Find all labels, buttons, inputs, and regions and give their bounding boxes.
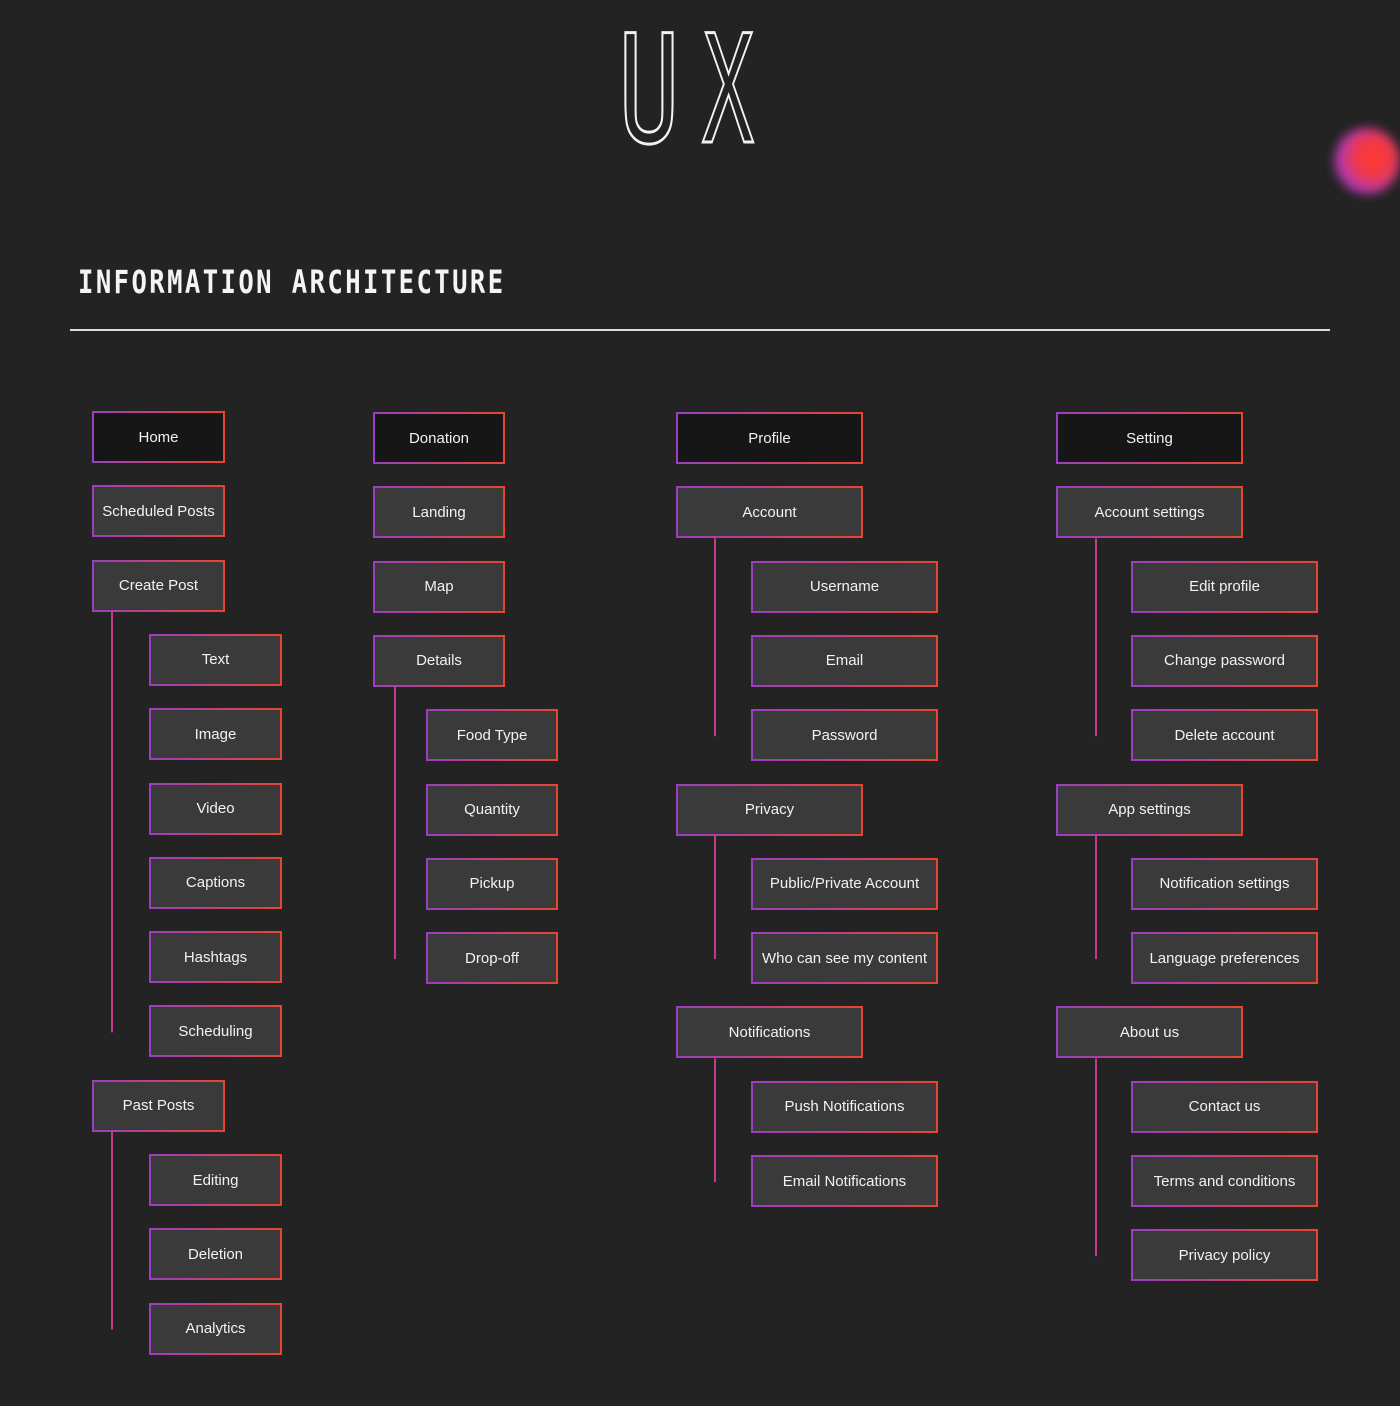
node-app-settings[interactable]: App settings xyxy=(1056,784,1243,836)
node-push-notifications[interactable]: Push Notifications xyxy=(751,1081,938,1133)
node-home[interactable]: Home xyxy=(92,411,225,463)
node-profile[interactable]: Profile xyxy=(676,412,863,464)
node-account[interactable]: Account xyxy=(676,486,863,538)
node-details[interactable]: Details xyxy=(373,635,505,687)
node-privacy-policy[interactable]: Privacy policy xyxy=(1131,1229,1318,1281)
node-change-password[interactable]: Change password xyxy=(1131,635,1318,687)
node-scheduled-posts[interactable]: Scheduled Posts xyxy=(92,485,225,537)
node-captions[interactable]: Captions xyxy=(149,857,282,909)
node-email[interactable]: Email xyxy=(751,635,938,687)
node-pickup[interactable]: Pickup xyxy=(426,858,558,910)
node-text[interactable]: Text xyxy=(149,634,282,686)
node-username[interactable]: Username xyxy=(751,561,938,613)
node-privacy[interactable]: Privacy xyxy=(676,784,863,836)
node-editing[interactable]: Editing xyxy=(149,1154,282,1206)
node-delete-account[interactable]: Delete account xyxy=(1131,709,1318,761)
node-image[interactable]: Image xyxy=(149,708,282,760)
node-analytics[interactable]: Analytics xyxy=(149,1303,282,1355)
node-map[interactable]: Map xyxy=(373,561,505,613)
node-deletion[interactable]: Deletion xyxy=(149,1228,282,1280)
node-about-us[interactable]: About us xyxy=(1056,1006,1243,1058)
node-terms-and-conditions[interactable]: Terms and conditions xyxy=(1131,1155,1318,1207)
node-past-posts[interactable]: Past Posts xyxy=(92,1080,225,1132)
node-drop-off[interactable]: Drop-off xyxy=(426,932,558,984)
node-video[interactable]: Video xyxy=(149,783,282,835)
node-landing[interactable]: Landing xyxy=(373,486,505,538)
node-contact-us[interactable]: Contact us xyxy=(1131,1081,1318,1133)
node-donation[interactable]: Donation xyxy=(373,412,505,464)
node-food-type[interactable]: Food Type xyxy=(426,709,558,761)
node-scheduling[interactable]: Scheduling xyxy=(149,1005,282,1057)
node-who-can-see-my-content[interactable]: Who can see my content xyxy=(751,932,938,984)
node-create-post[interactable]: Create Post xyxy=(92,560,225,612)
node-setting[interactable]: Setting xyxy=(1056,412,1243,464)
node-quantity[interactable]: Quantity xyxy=(426,784,558,836)
node-password[interactable]: Password xyxy=(751,709,938,761)
node-notification-settings[interactable]: Notification settings xyxy=(1131,858,1318,910)
information-architecture-tree: Home Scheduled Posts Create Post Text Image V… xyxy=(0,0,1400,1406)
node-edit-profile[interactable]: Edit profile xyxy=(1131,561,1318,613)
node-email-notifications[interactable]: Email Notifications xyxy=(751,1155,938,1207)
node-notifications[interactable]: Notifications xyxy=(676,1006,863,1058)
node-public-private-account[interactable]: Public/Private Account xyxy=(751,858,938,910)
node-language-preferences[interactable]: Language preferences xyxy=(1131,932,1318,984)
node-account-settings[interactable]: Account settings xyxy=(1056,486,1243,538)
node-hashtags[interactable]: Hashtags xyxy=(149,931,282,983)
